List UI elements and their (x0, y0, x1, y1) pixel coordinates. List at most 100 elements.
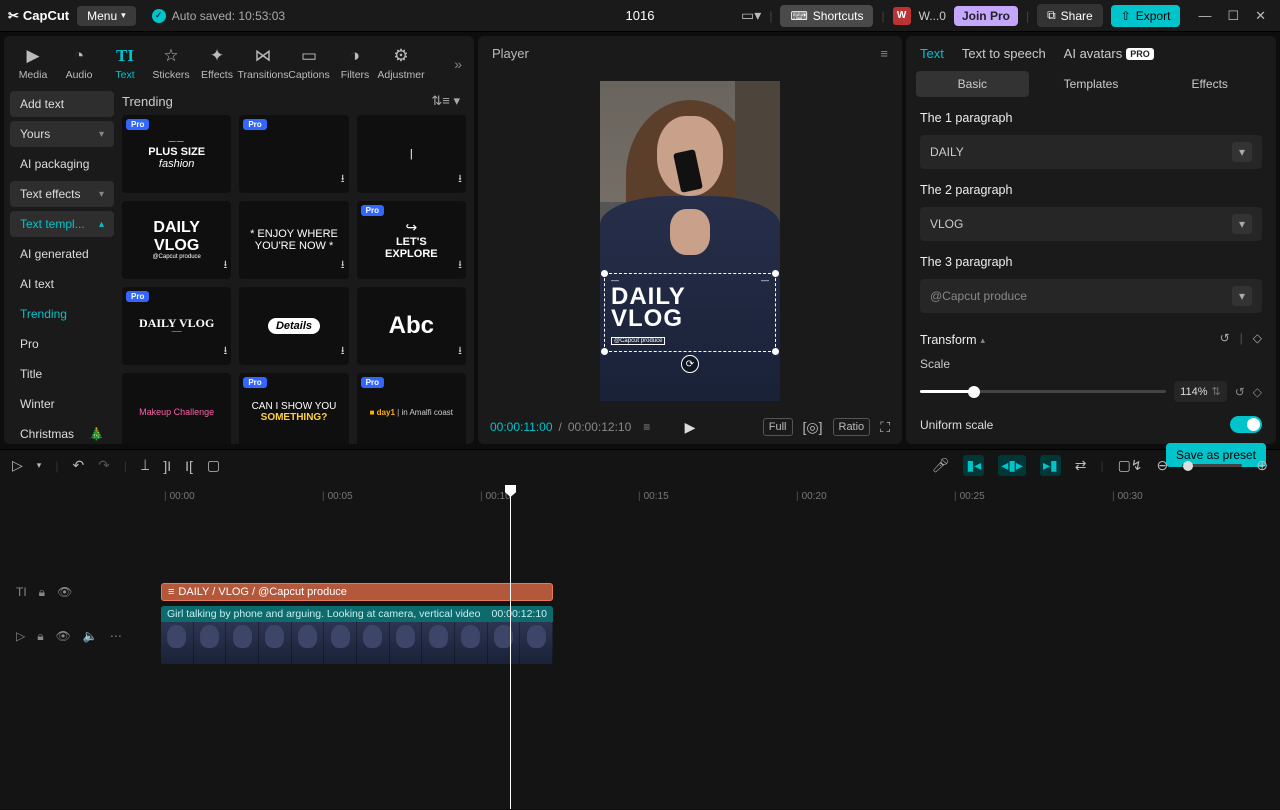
template-thumb[interactable]: Abc⭳ (357, 287, 466, 365)
side-pro[interactable]: Pro (10, 331, 114, 357)
side-winter[interactable]: Winter (10, 391, 114, 417)
text-overlay-selection[interactable]: —— DAILY VLOG @Capcut produce ⟳ (604, 273, 776, 353)
tab-effects[interactable]: ✦Effects (194, 42, 240, 85)
tab-tts[interactable]: Text to speech (962, 46, 1046, 61)
side-ai-packaging[interactable]: AI packaging (10, 151, 114, 177)
split-right-icon[interactable]: Ι[ (185, 458, 193, 474)
tab-media[interactable]: ▶Media (10, 42, 56, 85)
delete-icon[interactable]: ▢ (207, 457, 220, 474)
side-ai-text[interactable]: AI text (10, 271, 114, 297)
select-mode-icon[interactable]: ▾ (37, 460, 42, 471)
download-icon[interactable]: ⭳ (458, 256, 462, 275)
mute-icon[interactable]: 🔈 (83, 629, 98, 643)
more-icon[interactable]: ⋯ (110, 629, 122, 643)
template-thumb[interactable]: * ENJOY WHEREYOU'RE NOW *⭳ (239, 201, 348, 279)
keyframe-scale-icon[interactable]: ◇ (1253, 385, 1262, 399)
chevron-down-icon[interactable]: ▾ (1232, 142, 1252, 162)
p3-input[interactable]: @Capcut produce▾ (920, 279, 1262, 313)
undo-icon[interactable]: ↶ (72, 457, 84, 474)
maximize-icon[interactable]: ☐ (1227, 8, 1239, 24)
template-thumb[interactable]: |⭳ (357, 115, 466, 193)
playhead[interactable] (510, 485, 511, 809)
p2-input[interactable]: VLOG▾ (920, 207, 1262, 241)
side-ai-generated[interactable]: AI generated (10, 241, 114, 267)
lock-icon[interactable]: 🔒︎ (37, 629, 43, 644)
mic-icon[interactable]: 🎤︎ (932, 457, 950, 474)
filter-icon[interactable]: ⇅≡ ▾ (431, 93, 460, 109)
template-thumb[interactable]: Pro⭳ (239, 115, 348, 193)
template-thumb[interactable]: ProCAN I SHOW YOUSOMETHING? (239, 373, 348, 444)
sec-effects[interactable]: Effects (1153, 71, 1266, 97)
side-title[interactable]: Title (10, 361, 114, 387)
fullscreen-icon[interactable]: ⛶ (880, 419, 890, 436)
magnet-left-icon[interactable]: ▮◂ (963, 455, 984, 476)
timeline-ruler[interactable]: 00:00 00:05 00:10 00:15 00:20 00:25 00:3… (160, 485, 1280, 509)
chevron-down-icon[interactable]: ▾ (1232, 214, 1252, 234)
menu-button[interactable]: Menu ▾ (77, 6, 136, 26)
download-icon[interactable]: ⭳ (458, 342, 462, 361)
sec-basic[interactable]: Basic (916, 71, 1029, 97)
project-title[interactable]: 1016 (626, 8, 655, 23)
ratio-button[interactable]: Ratio (833, 418, 871, 436)
shortcuts-button[interactable]: ⌨ Shortcuts (780, 5, 873, 27)
reset-scale-icon[interactable]: ↺ (1235, 385, 1245, 399)
text-clip[interactable]: ≡ DAILY / VLOG / @Capcut produce (161, 583, 553, 601)
full-button[interactable]: Full (763, 418, 793, 436)
video-clip[interactable]: Girl talking by phone and arguing. Looki… (161, 606, 553, 664)
split-icon[interactable]: ⟘ (141, 457, 149, 474)
template-thumb[interactable]: Details⭳ (239, 287, 348, 365)
template-thumb[interactable]: DAILYVLOG@Capcut produce⭳ (122, 201, 231, 279)
visibility-icon[interactable]: 👁 (56, 629, 71, 643)
magnet-right-icon[interactable]: ▸▮ (1040, 455, 1061, 476)
scale-slider[interactable] (920, 390, 1166, 393)
side-text-effects[interactable]: Text effects▾ (10, 181, 114, 207)
uniform-toggle[interactable] (1230, 416, 1262, 433)
template-thumb[interactable]: Pro■ day1 | in Amalfi coast (357, 373, 466, 444)
add-text-button[interactable]: Add text (10, 91, 114, 117)
visibility-icon[interactable]: 👁 (57, 585, 72, 599)
tab-captions[interactable]: ▭Captions (286, 42, 332, 85)
tabs-more-icon[interactable]: » (454, 56, 462, 72)
keyframe-icon[interactable]: ◇ (1253, 331, 1262, 345)
link-icon[interactable]: ⇄ (1075, 457, 1087, 474)
player-menu-icon[interactable]: ≡ (880, 46, 888, 61)
split-left-icon[interactable]: ]Ι (163, 458, 171, 474)
zoom-out-icon[interactable]: ⊖ (1157, 457, 1169, 474)
download-icon[interactable]: ⭳ (341, 256, 345, 275)
join-pro-button[interactable]: Join Pro (954, 6, 1018, 26)
template-thumb[interactable]: ProDAILY VLOG——⭳ (122, 287, 231, 365)
close-icon[interactable]: ✕ (1255, 8, 1266, 24)
lock-icon[interactable]: 🔒︎ (39, 585, 45, 600)
scale-value[interactable]: 114%⇅ (1174, 381, 1227, 402)
download-icon[interactable]: ⭳ (223, 256, 227, 275)
tab-text[interactable]: TIText (102, 42, 148, 85)
video-preview[interactable]: —— DAILY VLOG @Capcut produce ⟳ (600, 81, 780, 401)
template-thumb[interactable]: Pro↪LET'SEXPLORE⭳ (357, 201, 466, 279)
reset-icon[interactable]: ↺ (1220, 331, 1230, 345)
play-button[interactable]: ▶ (685, 419, 696, 436)
tab-audio[interactable]: ◔Audio (56, 42, 102, 85)
export-button[interactable]: ⇧ Export (1111, 5, 1181, 27)
zoom-in-icon[interactable]: ⊕ (1256, 457, 1268, 474)
side-trending[interactable]: Trending (10, 301, 114, 327)
download-icon[interactable]: ⭳ (223, 342, 227, 361)
side-yours[interactable]: Yours▾ (10, 121, 114, 147)
share-button[interactable]: ⧉ Share (1037, 4, 1103, 27)
chevron-down-icon[interactable]: ▾ (1232, 286, 1252, 306)
select-tool-icon[interactable]: ▷ (12, 457, 23, 474)
download-icon[interactable]: ⭳ (458, 170, 462, 189)
tab-filters[interactable]: ◑Filters (332, 42, 378, 85)
download-icon[interactable]: ⭳ (341, 170, 345, 189)
preview-icon[interactable]: ▢↯ (1118, 457, 1143, 474)
tab-transitions[interactable]: ⋈Transitions (240, 42, 286, 85)
template-thumb[interactable]: Makeup Challenge (122, 373, 231, 444)
tab-stickers[interactable]: ☆Stickers (148, 42, 194, 85)
crop-icon[interactable]: [◎] (803, 419, 823, 436)
minimize-icon[interactable]: — (1198, 8, 1211, 24)
sec-templates[interactable]: Templates (1035, 71, 1148, 97)
user-avatar[interactable]: W (893, 7, 911, 25)
tab-text-props[interactable]: Text (920, 46, 944, 61)
redo-icon[interactable]: ↷ (98, 457, 110, 474)
tab-ai-avatars[interactable]: AI avatarsPRO (1064, 46, 1154, 61)
magnet-icon[interactable]: ◂▮▸ (998, 455, 1026, 476)
